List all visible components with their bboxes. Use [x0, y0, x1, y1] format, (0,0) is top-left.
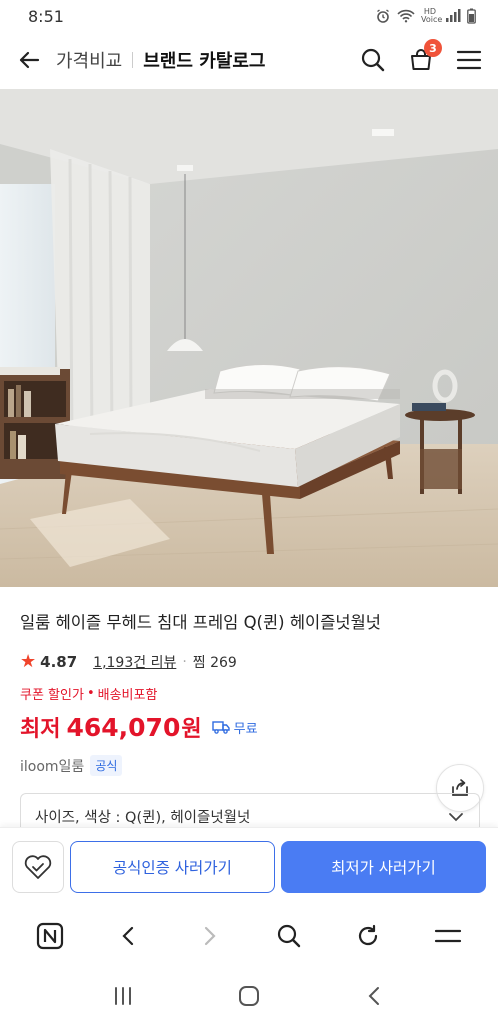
breadcrumb-divider — [132, 52, 134, 68]
refresh-icon — [359, 924, 378, 946]
hamburger-menu-icon — [456, 50, 482, 70]
back-button[interactable] — [14, 45, 44, 75]
price-row: 최저 464,070 원 무료 — [20, 711, 478, 743]
system-back-button[interactable] — [353, 974, 397, 1018]
separator-dot: · — [182, 653, 187, 670]
search-button[interactable] — [358, 45, 388, 75]
browser-forward-button[interactable] — [187, 914, 231, 958]
cart-button[interactable]: 3 — [406, 39, 442, 75]
purchase-bar: 공식인증 사러가기 최저가 사러가기 — [0, 827, 498, 905]
signal-icon — [446, 9, 461, 22]
arrow-left-icon — [19, 51, 40, 69]
wish-button[interactable] — [12, 840, 64, 893]
price-unit: 원 — [181, 717, 202, 742]
browser-menu-button[interactable] — [426, 914, 470, 958]
product-image[interactable] — [0, 89, 498, 587]
recent-apps-button[interactable] — [101, 974, 145, 1018]
star-icon: ★ — [20, 651, 37, 672]
heart-check-icon — [24, 854, 52, 879]
rating-value: 4.87 — [40, 652, 78, 671]
status-bar: 8:51 HD Voice — [0, 0, 498, 32]
refresh-button[interactable] — [346, 914, 390, 958]
browser-back-button[interactable] — [107, 914, 151, 958]
cart-count-badge: 3 — [424, 39, 442, 57]
alarm-icon — [377, 9, 389, 23]
breadcrumb-price-compare[interactable]: 가격비교 — [56, 47, 122, 73]
status-time: 8:51 — [28, 6, 64, 26]
home-button[interactable] — [227, 974, 271, 1018]
product-info: 일룸 헤이즐 무헤드 침대 프레임 Q(퀸) 헤이즐넛월넛 ★ 4.87 1,1… — [0, 587, 498, 776]
separator-dot: • — [86, 686, 95, 701]
lowest-price-buy-button[interactable]: 최저가 사러가기 — [280, 840, 486, 893]
option-text: 사이즈, 색상 : Q(퀸), 헤이즐넛월넛 — [35, 806, 250, 827]
hd-voice-label: HD Voice — [421, 7, 443, 24]
official-badge: 공식 — [90, 755, 123, 776]
lowest-price-label: 최저 — [20, 717, 61, 742]
shipping-included-label: 배송비포함 — [97, 688, 158, 703]
coupon-row: 쿠폰 할인가 • 배송비포함 — [20, 684, 478, 703]
price-value: 464,070 — [66, 712, 181, 742]
system-nav-bar — [0, 967, 498, 1024]
browser-search-button[interactable] — [267, 914, 311, 958]
rating-row: ★ 4.87 1,193건 리뷰 · 찜 269 — [20, 651, 478, 672]
review-count-link[interactable]: 1,193건 리뷰 — [93, 652, 176, 672]
browser-toolbar — [0, 905, 498, 967]
home-circle-icon — [239, 985, 259, 1006]
option-prefix: 사이즈, 색상 : — [35, 810, 126, 826]
bedroom-photo — [0, 89, 498, 587]
chevron-right-icon — [205, 926, 216, 946]
recent-apps-icon — [115, 986, 131, 1005]
search-icon — [361, 48, 385, 72]
free-shipping-label: 무료 — [233, 721, 258, 737]
product-title: 일룸 헤이즐 무헤드 침대 프레임 Q(퀸) 헤이즐넛월넛 — [20, 613, 381, 632]
wifi-icon — [397, 9, 415, 23]
naver-n-icon — [36, 922, 63, 950]
naver-home-button[interactable] — [28, 914, 72, 958]
search-icon — [277, 924, 300, 948]
page-title: 브랜드 카탈로그 — [143, 51, 266, 72]
free-shipping: 무료 — [211, 718, 258, 737]
status-icons: HD Voice — [375, 8, 476, 24]
official-buy-button[interactable]: 공식인증 사러가기 — [69, 840, 275, 893]
wish-count: 찜 269 — [192, 654, 237, 671]
menu-button[interactable] — [454, 45, 484, 75]
breadcrumb: 가격비교 브랜드 카탈로그 — [56, 47, 358, 73]
chevron-down-icon — [449, 812, 463, 821]
app-header: 가격비교 브랜드 카탈로그 3 — [0, 32, 498, 88]
chevron-left-icon — [122, 926, 134, 946]
delivery-truck-icon — [211, 721, 230, 734]
back-chevron-icon — [368, 986, 379, 1005]
header-actions: 3 — [358, 39, 484, 75]
seller-row: iloom일룸 공식 — [20, 755, 478, 776]
coupon-price-label: 쿠폰 할인가 — [20, 688, 84, 703]
battery-icon — [467, 8, 476, 24]
hamburger-menu-icon — [435, 929, 462, 943]
option-value: Q(퀸), 헤이즐넛월넛 — [125, 810, 251, 826]
seller-name[interactable]: iloom일룸 — [20, 756, 84, 776]
